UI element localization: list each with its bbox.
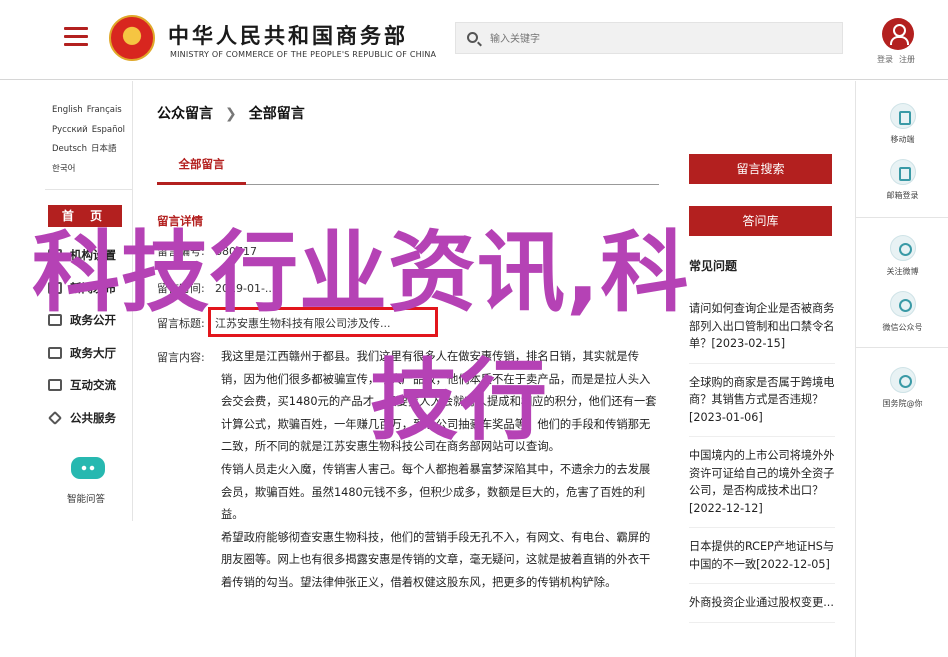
sidebar-nav: 机构设置 新闻发布 政务公开 政务大厅 互动交流 公共服务	[45, 239, 133, 434]
news-icon	[48, 281, 62, 294]
user-icon[interactable]	[882, 18, 914, 50]
rail-mobile[interactable]: 移动端	[856, 103, 948, 145]
wechat-icon	[889, 291, 916, 317]
register-link[interactable]: 注册	[899, 55, 915, 64]
site-title-cn[interactable]: 中华人民共和国商务部	[168, 20, 408, 50]
content-paragraph: 希望政府能够彻查安惠生物科技，他们的营销手段无孔不入，有网文、有电台、霸屏的朋友…	[221, 530, 651, 589]
mail-icon	[889, 159, 916, 185]
breadcrumb: 公众留言 ❯ 全部留言	[157, 103, 305, 123]
weibo-icon	[889, 235, 916, 261]
tab-all-messages[interactable]: 全部留言	[157, 155, 246, 185]
list-item[interactable]: 日本提供的RCEP产地证HS与中国的不一致[2022-12-05]	[689, 538, 835, 584]
sidebar-item-label: 互动交流	[70, 378, 116, 393]
sidebar-item-public-service[interactable]: 公共服务	[45, 402, 133, 435]
list-item[interactable]: 中国境内的上市公司将境外外资许可证给自己的境外全资子公司，是否构成技术出口？[2…	[689, 447, 835, 528]
diamond-icon	[47, 410, 63, 425]
home-button[interactable]: 首 页	[48, 205, 122, 227]
site-header: 中华人民共和国商务部 MINISTRY OF COMMERCE OF THE P…	[0, 0, 948, 80]
divider	[856, 347, 948, 348]
search-box[interactable]	[455, 22, 843, 54]
chat-icon	[48, 379, 62, 392]
meta-row-id: 留言编号: 680717	[157, 245, 257, 258]
sidebar-item-label: 公共服务	[70, 410, 116, 425]
document-icon	[48, 314, 62, 327]
qa-library-button[interactable]: 答问库	[689, 206, 832, 236]
divider	[856, 217, 948, 218]
chatbot-icon[interactable]	[71, 457, 105, 479]
lang-russian[interactable]: Русский	[52, 121, 88, 141]
rail-state-council[interactable]: 国务院@你	[856, 367, 948, 409]
search-icon[interactable]	[467, 32, 478, 43]
sidebar-item-interaction[interactable]: 互动交流	[45, 369, 133, 402]
login-link[interactable]: 登录	[877, 55, 893, 64]
sidebar-item-news[interactable]: 新闻发布	[45, 272, 133, 305]
sidebar-item-label: 政务公开	[70, 313, 116, 328]
lang-japanese[interactable]: 日本語	[91, 140, 117, 160]
sidebar-item-label: 机构设置	[70, 248, 116, 263]
left-sidebar: English Français Русский Español Deutsch 日本…	[45, 81, 133, 521]
monitor-icon	[48, 346, 62, 359]
chevron-right-icon: ❯	[225, 106, 237, 122]
at-icon	[889, 367, 916, 393]
phone-icon	[889, 103, 916, 129]
right-rail: 移动端 邮箱登录 关注微博 微信公众号 国务院@你	[855, 81, 948, 657]
lang-german[interactable]: Deutsch	[52, 140, 87, 160]
highlight-box	[208, 307, 438, 337]
lang-french[interactable]: Français	[87, 101, 122, 121]
chatbot-label[interactable]: 智能问答	[67, 491, 105, 505]
auth-links: 登录 注册	[877, 54, 921, 65]
sidebar-item-label: 新闻发布	[70, 280, 116, 295]
sidebar-item-disclosure[interactable]: 政务公开	[45, 304, 133, 337]
meta-row-time: 留言时间: 2019-01-...	[157, 282, 276, 295]
national-emblem-logo[interactable]	[109, 15, 155, 61]
menu-icon[interactable]	[64, 27, 88, 47]
rail-wechat[interactable]: 微信公众号	[856, 291, 948, 333]
message-content: 我这里是江西赣州于都县。我们这里有很多人在做安惠传销，排名日销，其实就是传销，因…	[221, 346, 659, 595]
rail-weibo[interactable]: 关注微博	[856, 235, 948, 277]
qa-list: 请问如何查询企业是否被商务部列入出口管制和出口禁令名单？[2023-02-15]…	[689, 300, 835, 633]
list-item[interactable]: 全球购的商家是否属于跨境电商？其销售方式是否违规？[2023-01-06]	[689, 374, 835, 437]
language-links: English Français Русский Español Deutsch 日本…	[52, 101, 132, 179]
list-item[interactable]: 外商投资企业通过股权变更...	[689, 594, 835, 623]
sidebar-item-label: 政务大厅	[70, 345, 116, 360]
org-icon	[48, 249, 62, 262]
divider	[45, 189, 133, 190]
lang-korean[interactable]: 한국어	[52, 160, 75, 180]
detail-title: 留言详情	[157, 214, 203, 228]
lang-english[interactable]: English	[52, 101, 83, 121]
rail-mail[interactable]: 邮箱登录	[856, 159, 948, 201]
content-paragraph: 我这里是江西赣州于都县。我们这里有很多人在做安惠传销，排名日销，其实就是传销，因…	[221, 350, 657, 454]
faq-header: 常见问题	[689, 259, 738, 273]
message-search-button[interactable]: 留言搜索	[689, 154, 832, 184]
site-title-en: MINISTRY OF COMMERCE OF THE PEOPLE'S REP…	[170, 50, 437, 59]
breadcrumb-public-messages[interactable]: 公众留言	[157, 106, 213, 122]
content-paragraph: 传销人员走火入魔，传销害人害己。每个人都抱着暴富梦深陷其中，不遗余力的去发展会员…	[221, 462, 651, 522]
sidebar-item-organization[interactable]: 机构设置	[45, 239, 133, 272]
breadcrumb-all-messages[interactable]: 全部留言	[249, 106, 305, 122]
search-input[interactable]	[490, 28, 830, 50]
lang-spanish[interactable]: Español	[92, 121, 125, 141]
list-item[interactable]: 请问如何查询企业是否被商务部列入出口管制和出口禁令名单？[2023-02-15]	[689, 300, 835, 364]
content-label: 留言内容:	[157, 351, 205, 364]
sidebar-item-service-hall[interactable]: 政务大厅	[45, 337, 133, 370]
